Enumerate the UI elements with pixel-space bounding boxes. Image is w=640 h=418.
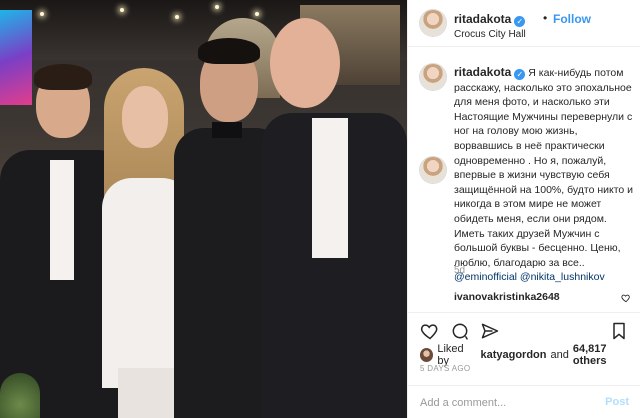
- liker-avatar: [420, 348, 434, 362]
- photo-light: [40, 12, 44, 16]
- comment-like-icon[interactable]: [621, 293, 631, 303]
- caption-line: Я как-нибудь потом: [528, 67, 624, 79]
- liked-by-and: and: [550, 349, 569, 361]
- add-comment-bar: Post: [408, 385, 640, 418]
- post-header: ritadakota ✓ • Follow Crocus City Hall: [408, 0, 640, 47]
- author-avatar[interactable]: [420, 10, 446, 36]
- liked-by-user[interactable]: katyagordon: [480, 349, 546, 361]
- photo-light: [255, 12, 259, 16]
- caption-line: обидеть меня, если они рядом.: [454, 212, 607, 225]
- mention-link[interactable]: @nikita_lushnikov: [520, 271, 605, 283]
- photo-light: [175, 15, 179, 19]
- share-icon[interactable]: [480, 321, 500, 341]
- caption-username[interactable]: ritadakota: [454, 65, 511, 79]
- caption-line: впервые в жизни чувствую себя: [454, 169, 610, 182]
- author-username[interactable]: ritadakota: [454, 12, 511, 26]
- caption-line: люблю, благодарю за все..: [454, 256, 585, 269]
- photo-light: [120, 8, 124, 12]
- post-comment-button[interactable]: Post: [605, 396, 629, 408]
- photo-plant: [0, 373, 40, 418]
- likes-count[interactable]: 64,817 others: [573, 343, 640, 367]
- verified-badge-icon: ✓: [514, 16, 526, 27]
- author-username-row: ritadakota ✓: [454, 12, 526, 27]
- header-separator: •: [543, 11, 548, 25]
- caption-line: для меня фото, и насколько эти: [454, 96, 610, 109]
- post-photo[interactable]: [0, 0, 407, 418]
- post-sidebar: ritadakota ✓ • Follow Crocus City Hall ri…: [407, 0, 640, 418]
- comment-input[interactable]: [420, 394, 590, 412]
- heart-icon[interactable]: [420, 321, 440, 341]
- caption-line: ворвавшись в неё практически: [454, 139, 605, 152]
- post-timestamp[interactable]: 5 DAYS AGO: [420, 364, 470, 373]
- caption-line: ног на голову мою жизнь,: [454, 125, 578, 138]
- caption-line: никогда в этом мире не может: [454, 198, 602, 211]
- caption-avatar-secondary[interactable]: [420, 157, 446, 183]
- comment-username[interactable]: ivanovakristinka2648: [454, 291, 560, 303]
- caption-line: расскажу, насколько это эпохальное: [454, 81, 632, 94]
- caption-text: ritadakota ✓ Я как-нибудь потом расскажу,…: [454, 65, 636, 285]
- bookmark-icon[interactable]: [609, 321, 629, 341]
- comment-icon[interactable]: [450, 321, 470, 341]
- caption-line: большой буквы - бесценно. Ценю,: [454, 242, 621, 255]
- caption-age[interactable]: 5d: [454, 265, 465, 276]
- comments-area[interactable]: ritadakota ✓ Я как-нибудь потом расскажу,…: [408, 47, 640, 312]
- photo-light: [215, 5, 219, 9]
- caption-line: защищённой на 100%, будто никто и: [454, 183, 634, 196]
- caption-avatar[interactable]: [420, 64, 446, 90]
- location-link[interactable]: Crocus City Hall: [454, 29, 526, 40]
- verified-badge-icon: ✓: [514, 69, 526, 80]
- person-4: [262, 18, 407, 418]
- caption-line: Иметь таких друзей Мужчин с: [454, 227, 600, 240]
- action-bar: [408, 312, 640, 342]
- caption-line: одновременно . Но я, пожалуй,: [454, 154, 607, 167]
- caption-line: Настоящие Мужчины перевернули с: [454, 110, 633, 123]
- follow-button[interactable]: Follow: [553, 12, 591, 26]
